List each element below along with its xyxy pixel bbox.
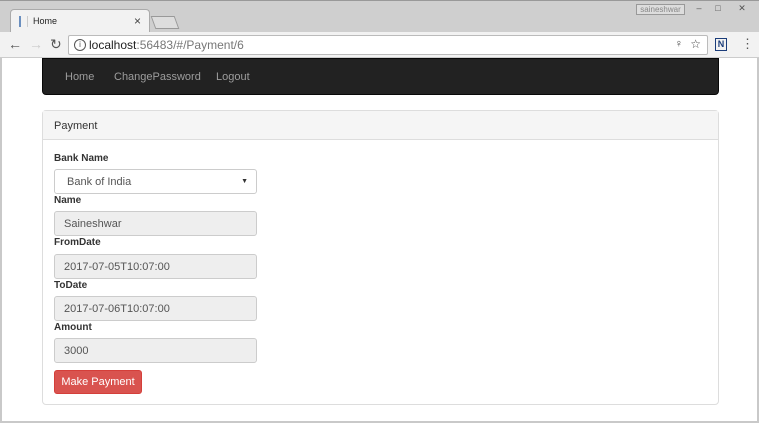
browser-toolbar: ← → ↻ i localhost:56483/#/Payment/6 ♀ ☆ …: [0, 32, 759, 58]
maximize-icon[interactable]: □: [709, 3, 727, 15]
url-host: localhost: [89, 38, 137, 52]
extension-icon[interactable]: N: [715, 38, 727, 51]
amount-label: Amount: [54, 322, 92, 333]
new-tab-button[interactable]: [150, 16, 180, 29]
from-date-field[interactable]: 2017-07-05T10:07:00: [54, 254, 257, 279]
from-date-label: FromDate: [54, 237, 101, 248]
forward-icon[interactable]: →: [29, 36, 43, 52]
url-path: :56483/#/Payment/6: [136, 38, 244, 52]
bank-name-label: Bank Name: [54, 153, 109, 164]
nav-change-password[interactable]: ChangePassword: [114, 71, 201, 83]
star-icon[interactable]: ☆: [690, 37, 701, 51]
close-window-icon[interactable]: ✕: [733, 3, 751, 15]
navbar: Home ChangePassword Logout: [42, 58, 719, 95]
back-icon[interactable]: ←: [8, 36, 22, 52]
to-date-field[interactable]: 2017-07-06T10:07:00: [54, 296, 257, 321]
name-field[interactable]: Saineshwar: [54, 211, 257, 236]
tab-title: Home: [33, 16, 58, 26]
browser-tab[interactable]: Home ×: [10, 9, 150, 33]
profile-button[interactable]: saineshwar: [636, 4, 685, 15]
payment-panel: Payment Bank Name Bank of India ▼ Name Sa…: [42, 110, 719, 405]
dropdown-arrow-icon: ▼: [241, 178, 248, 185]
name-label: Name: [54, 195, 82, 206]
favicon-icon: [19, 16, 28, 27]
nav-home[interactable]: Home: [65, 71, 94, 83]
page-content: Home ChangePassword Logout Payment Bank …: [2, 58, 757, 421]
minimize-icon[interactable]: –: [690, 3, 708, 15]
amount-field[interactable]: 3000: [54, 338, 257, 363]
address-bar[interactable]: i localhost:56483/#/Payment/6 ♀ ☆: [68, 35, 708, 55]
bank-name-select[interactable]: Bank of India ▼: [54, 169, 257, 194]
nav-logout[interactable]: Logout: [216, 71, 250, 83]
menu-icon[interactable]: ⋮: [741, 36, 754, 52]
bank-name-value: Bank of India: [67, 176, 132, 188]
reload-icon[interactable]: ↻: [50, 36, 62, 53]
close-tab-icon[interactable]: ×: [134, 14, 141, 28]
make-payment-button[interactable]: Make Payment: [54, 370, 142, 394]
to-date-label: ToDate: [54, 280, 88, 291]
browser-tab-strip: Home × saineshwar – □ ✕: [0, 0, 759, 33]
info-icon[interactable]: i: [74, 39, 86, 51]
panel-title: Payment: [43, 111, 718, 140]
key-icon[interactable]: ♀: [675, 38, 683, 50]
